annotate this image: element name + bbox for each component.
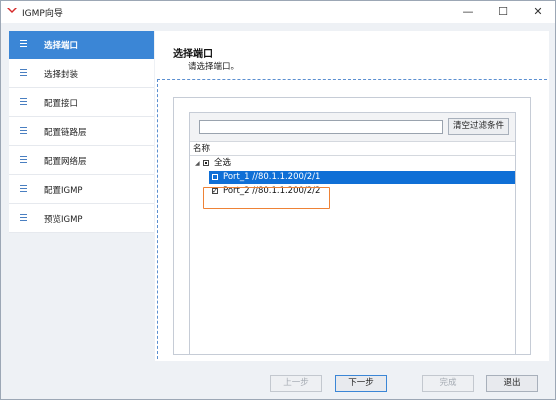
step-label: 选择端口 xyxy=(44,41,79,51)
select-all-row[interactable]: ◢ 全选 xyxy=(190,157,515,170)
annotation-highlight-box xyxy=(203,187,330,209)
finish-button[interactable]: 完成 xyxy=(422,375,474,392)
port-row-1[interactable]: Port_1 //80.1.1.200/2/1 xyxy=(209,171,515,184)
app-logo-icon xyxy=(7,8,17,13)
clear-filter-button[interactable]: 清空过滤条件 xyxy=(448,118,509,135)
step-configure-interface[interactable]: 配置接口 xyxy=(9,89,154,117)
collapse-arrow-icon[interactable]: ◢ xyxy=(195,157,200,170)
step-label: 配置链路层 xyxy=(44,128,87,138)
step-label: 预览IGMP xyxy=(44,215,83,225)
step-preview-igmp[interactable]: 预览IGMP xyxy=(9,205,154,233)
port-selection-box: 清空过滤条件 名称 ◢ 全选 Port_1 //80.1.1.200/2/1 ✓… xyxy=(173,97,531,355)
igmp-wizard-window: IGMP向导 — ☐ ✕ 选择端口 选择封装 配置接口 配置链路层 配置网络层 … xyxy=(0,0,556,400)
list-icon xyxy=(20,69,27,77)
port-1-checkbox[interactable] xyxy=(212,174,218,180)
column-header-name[interactable]: 名称 xyxy=(190,142,515,156)
list-icon xyxy=(20,40,27,48)
page-subtitle: 请选择端口。 xyxy=(188,62,240,72)
step-configure-network-layer[interactable]: 配置网络层 xyxy=(9,147,154,175)
next-button[interactable]: 下一步 xyxy=(335,375,387,392)
minimize-icon[interactable]: — xyxy=(451,1,485,23)
select-all-checkbox[interactable] xyxy=(203,160,209,166)
maximize-icon[interactable]: ☐ xyxy=(486,1,520,23)
close-icon[interactable]: ✕ xyxy=(521,1,555,23)
port-tree: 名称 ◢ 全选 Port_1 //80.1.1.200/2/1 Port_2 /… xyxy=(190,141,515,354)
list-icon xyxy=(20,156,27,164)
step-label: 配置接口 xyxy=(44,99,79,109)
step-label: 选择封装 xyxy=(44,70,79,80)
list-icon xyxy=(20,214,27,222)
step-label: 配置IGMP xyxy=(44,186,83,196)
window-title: IGMP向导 xyxy=(22,9,63,19)
wizard-steps-sidebar: 选择端口 选择封装 配置接口 配置链路层 配置网络层 配置IGMP 预览IGMP xyxy=(9,31,154,233)
list-icon xyxy=(20,185,27,193)
list-icon xyxy=(20,98,27,106)
filter-input[interactable] xyxy=(199,120,443,134)
list-icon xyxy=(20,127,27,135)
previous-button[interactable]: 上一步 xyxy=(270,375,322,392)
step-select-encapsulation[interactable]: 选择封装 xyxy=(9,60,154,88)
step-configure-link-layer[interactable]: 配置链路层 xyxy=(9,118,154,146)
port-1-label: Port_1 //80.1.1.200/2/1 xyxy=(223,172,321,182)
exit-button[interactable]: 退出 xyxy=(486,375,538,392)
step-label: 配置网络层 xyxy=(44,157,87,167)
step-configure-igmp[interactable]: 配置IGMP xyxy=(9,176,154,204)
title-bar[interactable]: IGMP向导 — ☐ ✕ xyxy=(1,1,555,23)
port-list-frame: 清空过滤条件 名称 ◢ 全选 Port_1 //80.1.1.200/2/1 ✓… xyxy=(189,112,516,354)
select-all-label: 全选 xyxy=(214,158,232,168)
step-select-port[interactable]: 选择端口 xyxy=(9,31,154,59)
page-title: 选择端口 xyxy=(173,49,213,60)
